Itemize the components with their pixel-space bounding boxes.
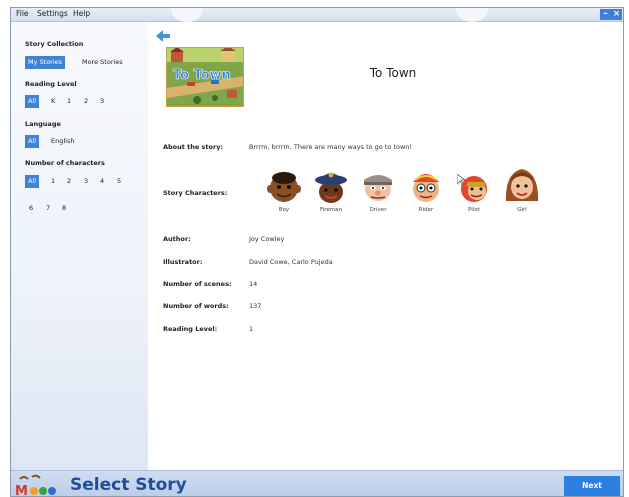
menu-file[interactable]: File [16,9,29,18]
reading-level-label: Reading Level: [163,325,218,333]
number-of-scenes-label: Number of scenes: [163,280,232,288]
menu-help[interactable]: Help [73,9,90,18]
filter-characters-all[interactable]: All [25,175,40,188]
filter-characters-2[interactable]: 2 [67,175,71,188]
decorative-bubble [456,8,488,22]
story-details-panel: To Town To Town About the story: Brrrm, … [148,22,623,470]
character-girl[interactable]: Girl [502,165,542,213]
filter-characters-7[interactable]: 7 [46,202,50,215]
filter-sidebar: Story Collection My Stories More Stories… [11,22,148,470]
character-name: Driver [369,207,387,213]
language-title: Language [25,120,61,128]
number-of-words-label: Number of words: [163,302,229,310]
story-collection-title: Story Collection [25,40,84,48]
minimize-button[interactable]: – [600,9,611,20]
next-button[interactable]: Next [564,476,620,496]
filter-reading-1[interactable]: 1 [67,95,71,108]
filter-characters-3[interactable]: 3 [84,175,88,188]
character-driver[interactable]: Driver [358,168,398,213]
svg-text:M: M [15,484,28,497]
filter-characters-4[interactable]: 4 [100,175,104,188]
character-boy[interactable]: Boy [264,168,304,213]
back-arrow-icon[interactable] [156,30,170,42]
app-logo-icon: M [15,474,56,497]
illustrator-value: David Cowe, Carlo Pujeda [249,258,333,266]
reading-level-title: Reading Level [25,80,77,88]
filter-reading-2[interactable]: 2 [84,95,88,108]
about-value: Brrrm, brrrm. There are many ways to go … [249,143,412,151]
character-name: Pilot [468,207,480,213]
author-label: Author: [163,235,191,243]
rider-face-icon [413,174,439,202]
character-name: Rider [418,207,434,213]
number-of-characters-title: Number of characters [25,159,105,167]
filter-characters-5[interactable]: 5 [117,175,121,188]
driver-face-icon [364,175,392,201]
character-fireman[interactable]: Fireman [311,168,351,213]
character-name: Fireman [319,207,343,213]
filter-my-stories[interactable]: My Stories [25,56,66,69]
characters-label: Story Characters: [163,189,228,197]
about-label: About the story: [163,143,224,151]
close-button[interactable]: × [611,9,622,20]
girl-face-icon [505,169,539,201]
fireman-face-icon [315,172,347,203]
number-of-scenes-value: 14 [249,280,258,288]
filter-more-stories[interactable]: More Stories [82,56,123,69]
filter-reading-all[interactable]: All [25,95,40,108]
story-title: To Town [369,66,417,80]
filter-language-english[interactable]: English [51,135,74,148]
author-value: Joy Cowley [249,235,285,243]
boy-face-icon [267,172,301,202]
menu-bar: File Settings Help – × [11,8,623,22]
filter-reading-k[interactable]: K [51,95,55,108]
number-of-words-value: 137 [249,302,262,310]
filter-characters-6[interactable]: 6 [29,202,33,215]
filter-characters-1[interactable]: 1 [51,175,55,188]
decorative-bubble [171,8,203,22]
reading-level-value: 1 [249,325,254,333]
page-title: Select Story [70,475,187,495]
bottom-bar: M Select Story Next [11,470,623,497]
illustrator-label: Illustrator: [163,258,203,266]
character-name: Girl [517,207,527,213]
filter-language-all[interactable]: All [25,135,40,148]
app-window: File Settings Help – × Story Collection … [10,7,624,497]
character-rider[interactable]: Rider [406,168,446,213]
filter-reading-3[interactable]: 3 [100,95,104,108]
story-cover-image: To Town [166,47,244,107]
menu-settings[interactable]: Settings [37,9,68,18]
character-name: Boy [278,207,290,213]
cover-title: To Town [173,68,232,84]
filter-characters-8[interactable]: 8 [62,202,66,215]
mouse-cursor-icon [457,174,465,186]
